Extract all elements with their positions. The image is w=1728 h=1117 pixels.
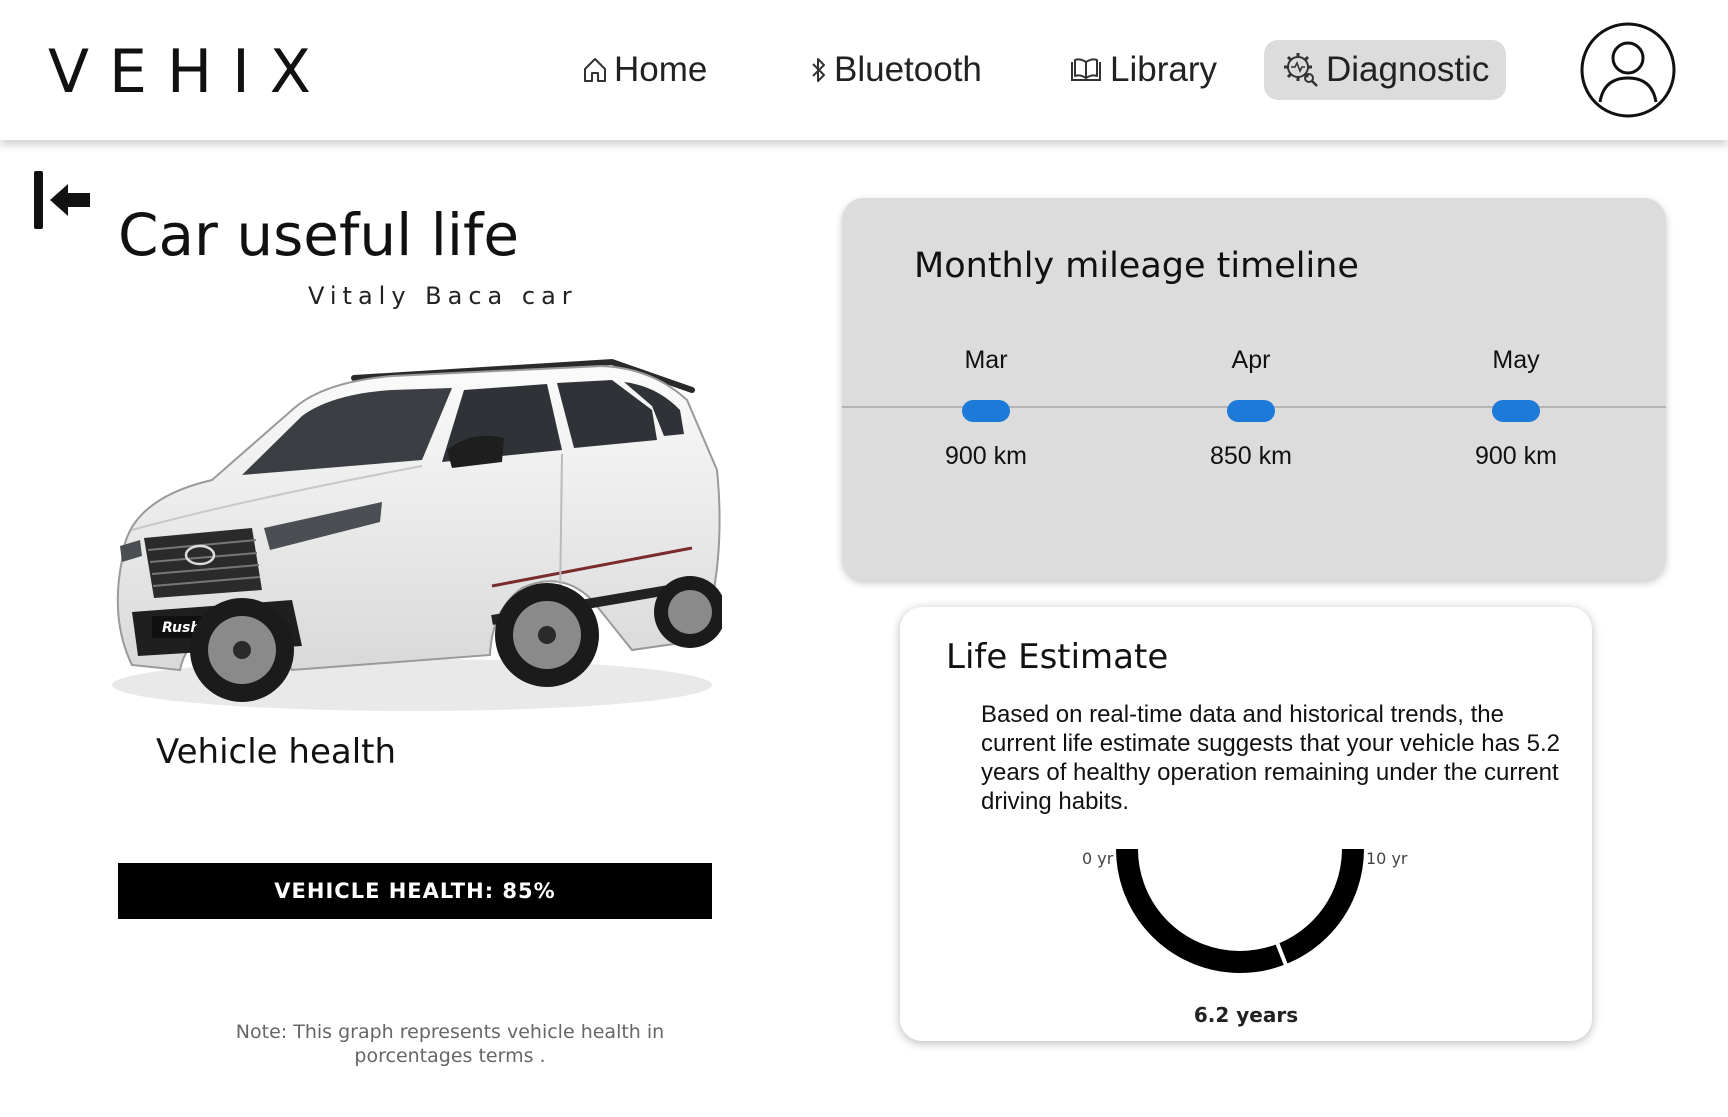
home-icon — [584, 58, 606, 82]
mileage-timeline-title: Monthly mileage timeline — [914, 246, 1359, 286]
gauge-min-label: 0 yr — [1082, 849, 1114, 868]
diagnostic-gear-icon — [1284, 53, 1318, 87]
page-title: Car useful life — [118, 201, 520, 269]
timeline-value: 900 km — [1475, 442, 1557, 470]
timeline-item-apr: Apr 850 km — [1171, 346, 1331, 471]
app-logo[interactable]: VEHIX — [48, 38, 331, 106]
nav-home-label: Home — [614, 50, 708, 89]
life-estimate-card: Life Estimate Based on real-time data an… — [900, 607, 1592, 1041]
timeline-month: Apr — [1231, 346, 1271, 374]
timeline-value: 900 km — [945, 442, 1027, 470]
nav-library-label: Library — [1110, 50, 1217, 89]
nav-library[interactable]: Library — [1050, 40, 1235, 100]
timeline-month: Mar — [964, 346, 1008, 374]
vehicle-health-bar-text: VEHICLE HEALTH: 85% — [274, 879, 556, 903]
life-gauge-arc — [1116, 848, 1364, 973]
book-icon — [1071, 58, 1101, 81]
mileage-timeline-card: Monthly mileage timeline Mar 900 km Apr … — [842, 198, 1666, 580]
timeline-item-may: May 900 km — [1436, 346, 1596, 471]
vehicle-image: Rush — [112, 358, 722, 711]
nav-diagnostic-label: Diagnostic — [1326, 50, 1490, 89]
page-subtitle: Vitaly Baca car — [308, 282, 578, 310]
back-arrow-icon[interactable] — [32, 170, 92, 230]
bluetooth-icon — [812, 58, 825, 82]
nav-bluetooth-label: Bluetooth — [834, 50, 982, 89]
timeline-marker[interactable] — [1492, 400, 1540, 422]
nav-bluetooth[interactable]: Bluetooth — [792, 40, 1000, 100]
gauge-value-label: 6.2 years — [1193, 1003, 1299, 1027]
timeline-month: May — [1492, 346, 1540, 374]
gauge-max-label: 10 yr — [1366, 849, 1408, 868]
nav-diagnostic[interactable]: Diagnostic — [1264, 40, 1506, 100]
timeline-value: 850 km — [1210, 442, 1292, 470]
health-note: Note: This graph represents vehicle heal… — [235, 1021, 665, 1067]
user-icon[interactable] — [1580, 22, 1676, 118]
timeline-marker[interactable] — [962, 400, 1010, 422]
timeline-marker[interactable] — [1227, 400, 1275, 422]
life-estimate-title: Life Estimate — [946, 637, 1169, 677]
timeline-item-mar: Mar 900 km — [906, 346, 1066, 471]
top-navigation-bar: VEHIX Home Bluetooth Library Diagnostic — [0, 0, 1728, 140]
vehicle-health-label: Vehicle health — [156, 732, 397, 772]
life-estimate-description: Based on real-time data and historical t… — [981, 701, 1560, 815]
vehicle-health-bar: VEHICLE HEALTH: 85% — [118, 863, 712, 919]
nav-home[interactable]: Home — [564, 40, 725, 100]
